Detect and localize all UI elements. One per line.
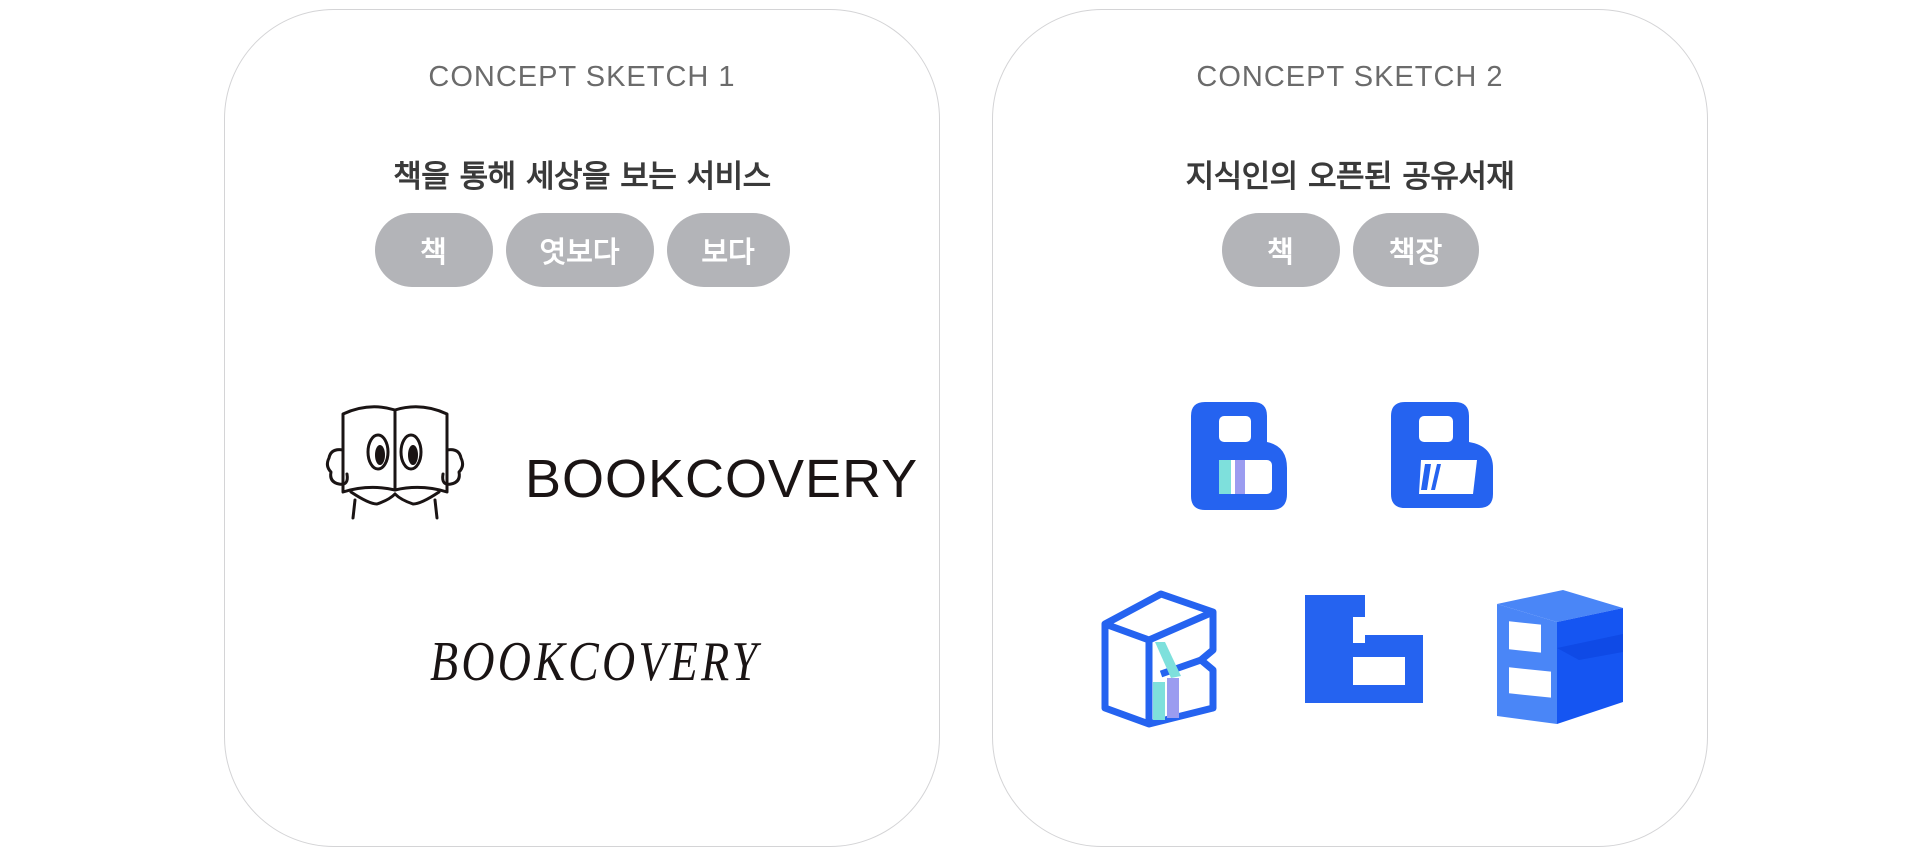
concept-headline: 책을 통해 세상을 보는 서비스 <box>393 159 771 195</box>
keyword-chip: 책장 <box>1352 213 1479 287</box>
b-logo-rounded-slant-icon <box>1391 402 1493 508</box>
concept-card-2: CONCEPT SKETCH 2 지식인의 오픈된 공유서재 책 책장 <box>992 9 1708 847</box>
concept-headline: 지식인의 오픈된 공유서재 <box>1185 159 1515 195</box>
b-logo-rounded-icon <box>1191 402 1287 510</box>
keyword-chips: 책 책장 <box>993 213 1707 287</box>
bookcovery-wordmark: BOOKCOVERY <box>525 449 919 509</box>
b-logo-3d-icon <box>1497 590 1623 724</box>
keyword-chip: 엿보다 <box>505 213 654 287</box>
concept-card-1: CONCEPT SKETCH 1 책을 통해 세상을 보는 서비스 책 엿보다 … <box>224 9 940 847</box>
bookcovery-handwritten-wordmark: BOOKCOVERY <box>430 631 761 693</box>
b-logo-flat-icon <box>1305 595 1423 703</box>
keyword-chips: 책 엿보다 보다 <box>225 213 939 287</box>
b-logo-cube-outline-icon <box>1101 590 1217 728</box>
keyword-chip: 보다 <box>666 213 790 287</box>
keyword-chip: 책 <box>1221 213 1340 287</box>
book-reader-mascot-icon <box>325 405 465 520</box>
concept-label: CONCEPT SKETCH 1 <box>428 61 736 93</box>
keyword-chip: 책 <box>374 213 493 287</box>
concept-label: CONCEPT SKETCH 2 <box>1196 61 1504 93</box>
